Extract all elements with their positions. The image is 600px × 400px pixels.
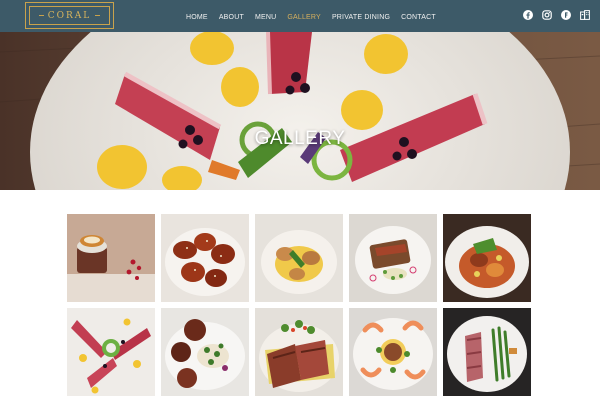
shrimp-photo bbox=[349, 308, 437, 396]
scallops-photo bbox=[161, 308, 249, 396]
instagram-icon[interactable] bbox=[542, 10, 552, 20]
logo-frame: CORAL bbox=[29, 6, 110, 25]
nav-home[interactable]: HOME bbox=[186, 14, 208, 21]
duck-photo bbox=[443, 308, 531, 396]
gallery-image-duck-asparagus[interactable] bbox=[443, 308, 531, 396]
gallery-image-dessert[interactable] bbox=[67, 214, 155, 302]
coral-logo[interactable]: CORAL bbox=[25, 2, 114, 29]
nav-menu[interactable]: MENU bbox=[255, 14, 276, 21]
tataki-photo bbox=[67, 308, 155, 396]
tripadvisor-icon[interactable] bbox=[561, 10, 571, 20]
gallery-image-tuna-tataki[interactable] bbox=[67, 308, 155, 396]
nav-gallery[interactable]: GALLERY bbox=[287, 14, 321, 21]
hero-food-image bbox=[0, 32, 600, 190]
building-icon[interactable] bbox=[580, 10, 590, 20]
nav-private-dining[interactable]: PRIVATE DINING bbox=[332, 14, 390, 21]
site-header: CORAL HOME ABOUT MENU GALLERY PRIVATE DI… bbox=[0, 0, 600, 32]
gallery-image-shrimp-plate[interactable] bbox=[349, 308, 437, 396]
hero-banner: GALLERY bbox=[0, 32, 600, 190]
logo-bar-right bbox=[95, 15, 101, 16]
bowl-photo bbox=[443, 214, 531, 302]
page-title: GALLERY bbox=[254, 128, 346, 149]
gallery-image-braised-bowl[interactable] bbox=[443, 214, 531, 302]
gallery-image-fish-toast[interactable] bbox=[349, 214, 437, 302]
nav-contact[interactable]: CONTACT bbox=[401, 14, 436, 21]
steak-photo bbox=[255, 308, 343, 396]
gallery-image-sliced-steak[interactable] bbox=[255, 308, 343, 396]
main-nav: HOME ABOUT MENU GALLERY PRIVATE DINING C… bbox=[186, 11, 447, 23]
logo-text: CORAL bbox=[47, 10, 92, 21]
entree-photo bbox=[255, 214, 343, 302]
facebook-icon[interactable] bbox=[523, 10, 533, 20]
gallery-image-scallops-greens[interactable] bbox=[161, 308, 249, 396]
dessert-photo bbox=[67, 214, 155, 302]
toast-photo bbox=[349, 214, 437, 302]
gallery-image-glazed-wings[interactable] bbox=[161, 214, 249, 302]
wings-photo bbox=[161, 214, 249, 302]
gallery-grid bbox=[67, 214, 533, 399]
logo-bar-left bbox=[38, 15, 44, 16]
social-links bbox=[514, 10, 590, 20]
nav-about[interactable]: ABOUT bbox=[219, 14, 244, 21]
gallery-image-plated-entree[interactable] bbox=[255, 214, 343, 302]
